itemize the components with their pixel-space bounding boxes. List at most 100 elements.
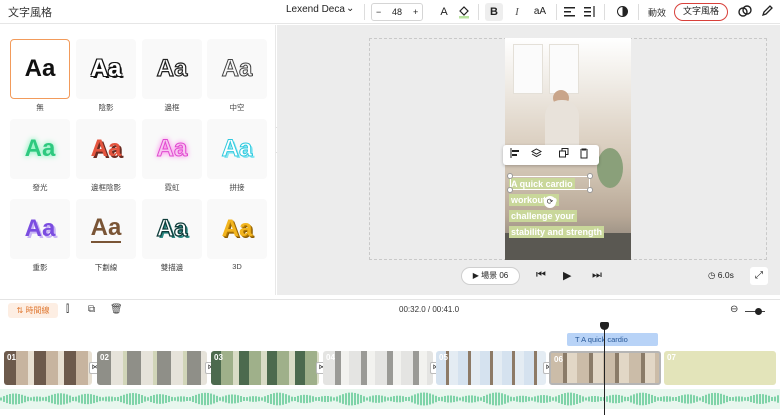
video-clip[interactable]: 01: [4, 351, 92, 385]
waveform-bar: [384, 396, 386, 402]
waveform-bar: [552, 397, 554, 401]
waveform-bar: [588, 396, 590, 402]
waveform-bar: [57, 393, 59, 405]
layers-icon[interactable]: [530, 148, 543, 162]
video-clip[interactable]: 03: [211, 351, 319, 385]
text-clip[interactable]: T A quick cardio: [567, 333, 658, 346]
waveform-bar: [219, 397, 221, 401]
timeline-toggle-button[interactable]: ⇅ 時間線: [8, 303, 58, 318]
waveform-bar: [627, 396, 629, 402]
italic-button[interactable]: I: [508, 3, 526, 21]
waveform-bar: [408, 396, 410, 402]
line-spacing-button[interactable]: [582, 3, 598, 21]
link-icon[interactable]: [738, 4, 752, 21]
waveform-bar: [354, 392, 356, 406]
zoom-slider-handle[interactable]: [755, 308, 762, 315]
resize-handle[interactable]: [507, 173, 513, 179]
waveform-bar: [102, 397, 104, 401]
style-card-3d[interactable]: Aa: [207, 199, 267, 259]
text-case-button[interactable]: aA: [530, 3, 550, 21]
waveform-bar: [471, 395, 473, 403]
audio-track[interactable]: [0, 389, 780, 409]
delete-clip-icon[interactable]: 🗑: [110, 304, 123, 315]
chevron-down-icon: ⌄: [346, 3, 355, 14]
waveform-bar: [717, 393, 719, 405]
edit-pencil-icon[interactable]: [761, 4, 774, 20]
text-color-icon: A: [440, 6, 448, 18]
waveform-bar: [306, 394, 308, 404]
align-left-button[interactable]: [561, 3, 577, 21]
video-clip[interactable]: 04: [323, 351, 433, 385]
opacity-button[interactable]: [614, 3, 630, 21]
skip-back-icon[interactable]: ⏮: [536, 269, 546, 282]
fullscreen-button[interactable]: ⤢: [750, 267, 768, 285]
waveform-bar: [441, 396, 443, 402]
waveform-bar: [66, 394, 68, 404]
resize-handle[interactable]: [507, 187, 513, 193]
video-caption-line[interactable]: stability and strength: [509, 226, 605, 238]
waveform-bar: [417, 393, 419, 405]
video-clip[interactable]: 07: [664, 351, 776, 385]
waveform-bar: [60, 393, 62, 405]
style-label: 發光: [32, 183, 48, 192]
waveform-bar: [6, 394, 8, 404]
zoom-out-icon[interactable]: ⊖: [730, 304, 738, 315]
bold-button[interactable]: B: [485, 3, 503, 21]
duplicate-icon[interactable]: [559, 148, 569, 161]
playhead-line[interactable]: [604, 323, 605, 415]
waveform-bar: [210, 393, 212, 405]
font-family-select[interactable]: Lexend Deca ⌄: [286, 3, 354, 15]
text-color-button[interactable]: A: [436, 3, 452, 21]
waveform-bar: [369, 396, 371, 402]
scene-duration[interactable]: ◷ 6.0s: [708, 270, 734, 281]
waveform-bar: [339, 395, 341, 403]
waveform-bar: [669, 396, 671, 402]
increase-size-button[interactable]: +: [413, 7, 418, 17]
style-card-shadow[interactable]: Aa: [76, 39, 136, 99]
waveform-bar: [165, 395, 167, 403]
style-label: 雙描邊: [160, 263, 184, 272]
style-card-none[interactable]: Aa: [10, 39, 70, 99]
duplicate-clip-icon[interactable]: ⧉: [88, 304, 95, 315]
font-size-stepper[interactable]: − 48 +: [371, 3, 423, 21]
split-icon[interactable]: ⫿: [66, 304, 69, 315]
waveform-bar: [183, 396, 185, 402]
waveform-bar: [462, 396, 464, 402]
align-icon[interactable]: [510, 148, 520, 161]
style-card-outline[interactable]: Aa: [142, 39, 202, 99]
waveform-bar: [270, 393, 272, 405]
resize-handle[interactable]: [587, 187, 593, 193]
style-sample: Aa: [24, 215, 56, 242]
waveform-bar: [159, 394, 161, 404]
animation-button[interactable]: 動效: [648, 6, 666, 19]
play-icon[interactable]: ▶: [563, 269, 571, 282]
style-card-glow[interactable]: Aa: [10, 119, 70, 179]
waveform-bar: [51, 394, 53, 404]
style-card-echo[interactable]: Aa: [10, 199, 70, 259]
style-label: 無: [36, 103, 44, 112]
video-clip[interactable]: 05: [436, 351, 546, 385]
scene-play-button[interactable]: ▶ 場景 06: [461, 267, 520, 285]
waveform-bar: [738, 396, 740, 402]
style-card-hollow[interactable]: Aa: [207, 39, 267, 99]
style-card-splice[interactable]: Aa: [207, 119, 267, 179]
clock-icon: ◷: [708, 270, 718, 280]
rotate-icon[interactable]: ⟳: [544, 196, 556, 208]
waveform-bar: [501, 393, 503, 405]
delete-icon[interactable]: [579, 148, 589, 162]
highlight-color-button[interactable]: [456, 3, 472, 21]
video-clip[interactable]: 02: [97, 351, 207, 385]
style-card-double-outline[interactable]: Aa: [142, 199, 202, 259]
font-size-value[interactable]: 48: [392, 7, 402, 17]
waveform-bar: [318, 396, 320, 402]
video-clip-selected[interactable]: 06: [549, 351, 661, 385]
style-card-neon[interactable]: Aa: [142, 119, 202, 179]
video-caption-line[interactable]: challenge your: [509, 210, 577, 222]
text-style-button[interactable]: 文字風格: [674, 3, 728, 21]
resize-handle[interactable]: [587, 173, 593, 179]
style-card-underline[interactable]: Aa: [76, 199, 136, 259]
decrease-size-button[interactable]: −: [376, 7, 381, 17]
skip-forward-icon[interactable]: ⏭: [592, 269, 602, 282]
clip-number: 06: [554, 355, 563, 364]
style-card-outline-shadow[interactable]: Aa: [76, 119, 136, 179]
